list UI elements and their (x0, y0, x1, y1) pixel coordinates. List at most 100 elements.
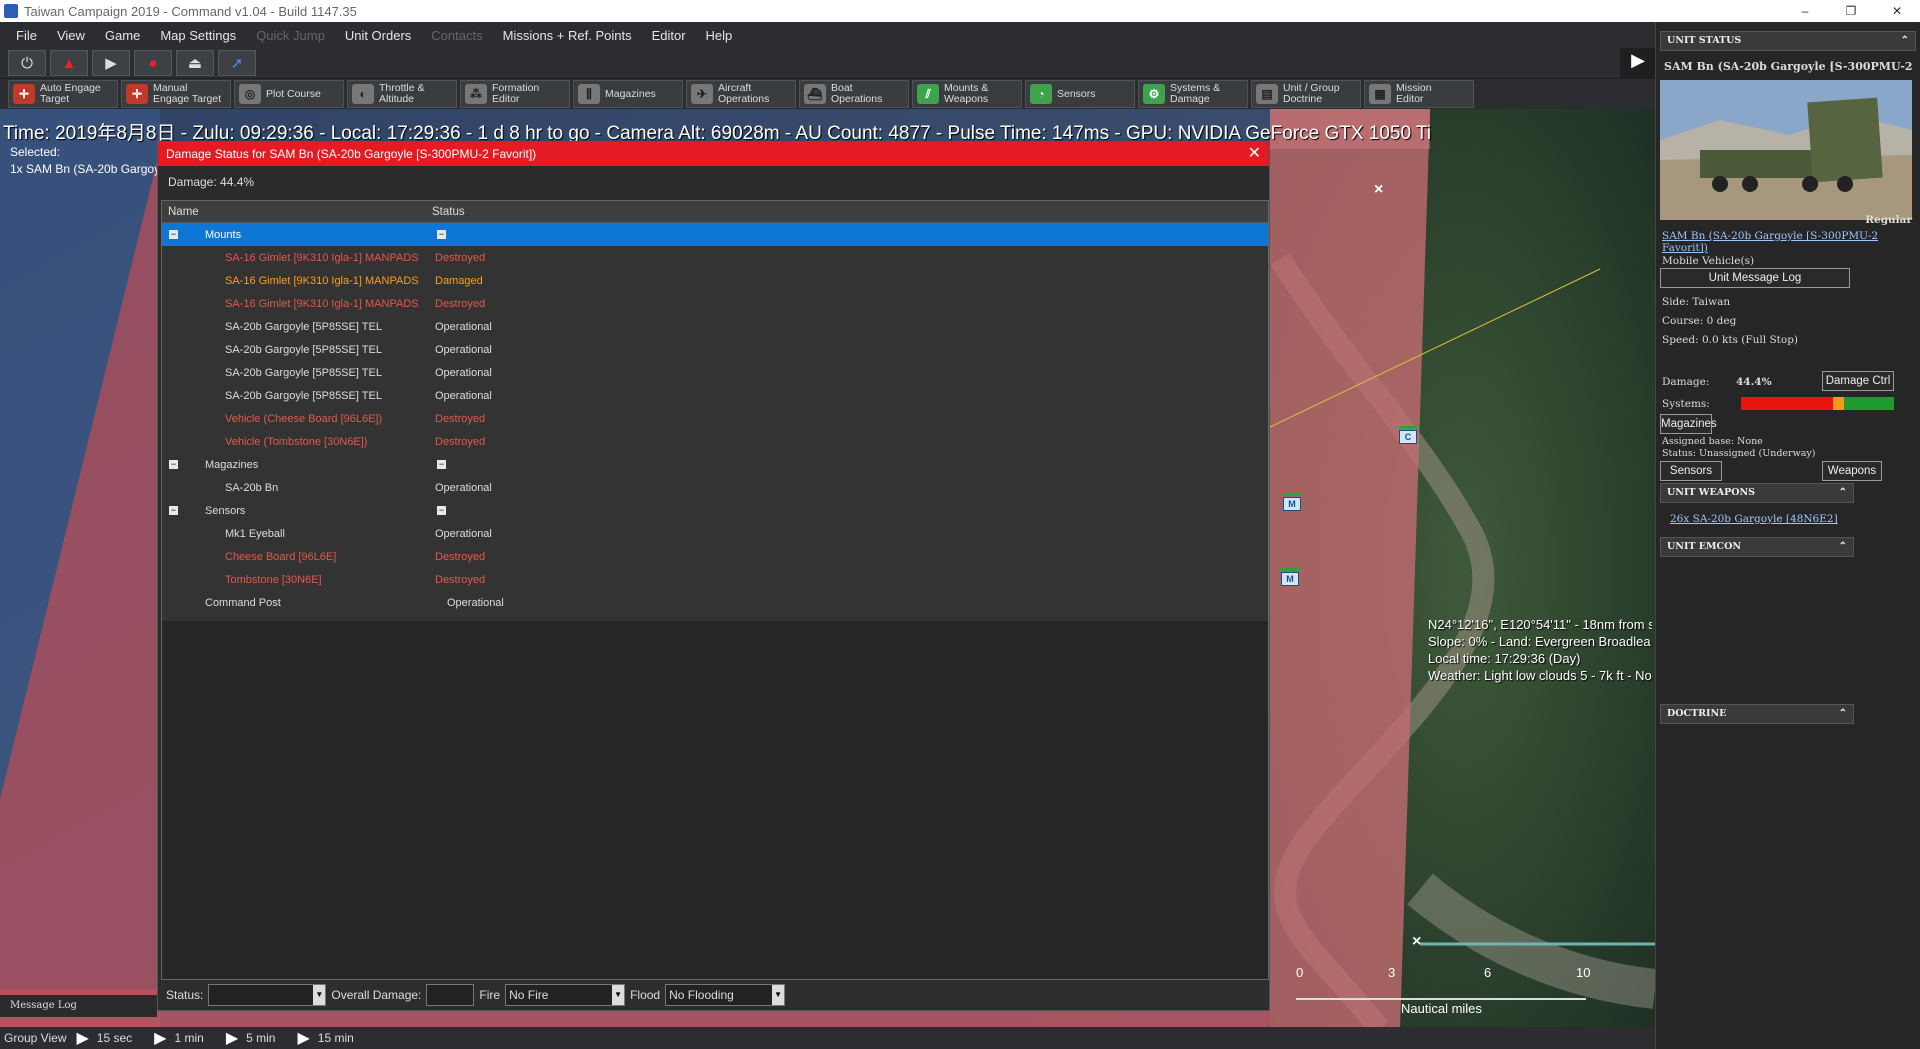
sensors-button[interactable]: ◔ Sensors (1025, 80, 1135, 108)
overall-damage-field[interactable] (426, 984, 475, 1006)
power-button[interactable]: ⏻ (8, 50, 46, 76)
component-status: Operational (435, 527, 492, 540)
weapon-link[interactable]: 26x SA-20b Gargoyle [48N6E2] (1670, 513, 1838, 525)
eject-button[interactable]: ⏏ (176, 50, 214, 76)
boat-operations-button[interactable]: ⛴ Boat Operations (799, 80, 909, 108)
play-button[interactable]: ▶ (92, 50, 130, 76)
damage-tree[interactable]: Name Status − − Mounts SA-16 Gimlet [9K310 … (161, 200, 1269, 980)
unit-weapons-header[interactable]: UNIT WEAPONS ⌃ (1660, 483, 1854, 503)
tree-item-row[interactable]: SA-20b Gargoyle [5P85SE] TEL Operational (162, 384, 1268, 407)
fire-select[interactable]: No Fire ▼ (505, 984, 626, 1006)
collapse-icon[interactable]: ⌃ (1901, 32, 1909, 50)
status-select[interactable]: ▼ (208, 984, 327, 1006)
menu-file[interactable]: File (6, 28, 47, 43)
close-window-button[interactable]: ✕ (1874, 0, 1920, 22)
tree-item-row[interactable]: SA-20b Bn Operational (162, 476, 1268, 499)
aircraft-operations-button[interactable]: ✈ Aircraft Operations (686, 80, 796, 108)
component-name: SA-20b Gargoyle [5P85SE] TEL (225, 343, 382, 356)
column-name[interactable]: Name (162, 206, 432, 218)
auto-engage-button[interactable]: ✛ Auto Engage Target (8, 80, 118, 108)
tree-item-row[interactable]: Tombstone [30N6E] Destroyed (162, 568, 1268, 591)
column-status[interactable]: Status (432, 206, 465, 218)
tree-item-row[interactable]: SA-20b Gargoyle [5P85SE] TEL Operational (162, 315, 1268, 338)
cursor-button[interactable]: ➚ (218, 50, 256, 76)
component-status: Destroyed (435, 251, 486, 264)
collapse-icon[interactable]: − (437, 460, 446, 469)
restore-button[interactable]: ❐ (1828, 0, 1874, 22)
collapse-icon[interactable]: − (169, 230, 178, 239)
tree-group-row[interactable]: − − Sensors (162, 499, 1268, 522)
collapse-icon[interactable]: ⌃ (1839, 538, 1847, 556)
tree-group-row[interactable]: − − Mounts (162, 223, 1268, 246)
collapse-icon[interactable]: − (437, 506, 446, 515)
time-step-button[interactable]: ▶ 15 sec (76, 1028, 132, 1048)
record-button[interactable]: ● (134, 50, 172, 76)
map-waypoint-x-icon[interactable]: × (1374, 181, 1383, 199)
collapse-icon[interactable]: ⌃ (1839, 484, 1847, 502)
collapse-icon[interactable]: − (169, 506, 178, 515)
map-unit-marker[interactable]: M (1283, 493, 1301, 511)
map-unit-marker[interactable]: M (1281, 568, 1299, 586)
fire-button[interactable]: ▲ (50, 50, 88, 76)
tree-item-row[interactable]: SA-16 Gimlet [9K310 Igla-1] MANPADS Destr… (162, 246, 1268, 269)
menu-editor[interactable]: Editor (642, 28, 696, 43)
tree-item-row[interactable]: Command Post Operational (162, 591, 1268, 614)
menu-help[interactable]: Help (696, 28, 743, 43)
collapse-icon[interactable]: ⌃ (1839, 705, 1847, 723)
collapse-icon[interactable]: − (169, 460, 178, 469)
menu-missions[interactable]: Missions + Ref. Points (493, 28, 642, 43)
mounts-weapons-button[interactable]: ⫽ Mounts & Weapons (912, 80, 1022, 108)
unit-link[interactable]: SAM Bn (SA-20b Gargoyle [S-300PMU-2 Favo… (1662, 230, 1912, 254)
tree-item-row[interactable]: SA-20b Gargoyle [5P85SE] TEL Operational (162, 361, 1268, 384)
magazines-panel-button[interactable]: Magazines (1660, 414, 1717, 434)
tree-item-row[interactable]: Mk1 Eyeball Operational (162, 522, 1268, 545)
tree-item-row[interactable]: SA-20b Gargoyle [5P85SE] TEL Operational (162, 338, 1268, 361)
tree-group-row[interactable]: − − Magazines (162, 453, 1268, 476)
flood-select[interactable]: No Flooding ▼ (665, 984, 786, 1006)
group-view-label[interactable]: Group View (4, 1031, 66, 1045)
menu-game[interactable]: Game (95, 28, 150, 43)
weapons-panel-button[interactable]: Weapons (1822, 461, 1882, 481)
window-title: Taiwan Campaign 2019 - Command v1.04 - B… (24, 3, 357, 19)
plot-course-button[interactable]: ◎ Plot Course (234, 80, 344, 108)
time-step-button[interactable]: ▶ 1 min (154, 1028, 204, 1048)
tree-item-row[interactable]: Cheese Board [96L6E] Destroyed (162, 545, 1268, 568)
dialog-title-bar[interactable]: Damage Status for SAM Bn (SA-20b Gargoyl… (158, 142, 1269, 166)
magazines-button[interactable]: ⫼ Magazines (573, 80, 683, 108)
minimize-button[interactable]: – (1782, 0, 1828, 22)
mission-editor-button[interactable]: ▦ Mission Editor (1364, 80, 1474, 108)
map-unit-marker[interactable]: C (1399, 426, 1417, 444)
menu-map-settings[interactable]: Map Settings (150, 28, 246, 43)
unit-emcon-header[interactable]: UNIT EMCON ⌃ (1660, 537, 1854, 557)
sidebar-toggle-icon[interactable]: ▶ (1628, 50, 1648, 76)
unit-type: Mobile Vehicle(s) (1662, 255, 1755, 267)
message-log-tab[interactable]: Message Log (0, 995, 157, 1017)
manual-engage-button[interactable]: ✛ Manual Engage Target (121, 80, 231, 108)
component-name: SA-20b Gargoyle [5P85SE] TEL (225, 366, 382, 379)
title-bar: Taiwan Campaign 2019 - Command v1.04 - B… (0, 0, 1920, 22)
systems-bar-degraded (1832, 397, 1844, 410)
unit-message-log-button[interactable]: Unit Message Log (1660, 268, 1850, 288)
map-waypoint-x-icon[interactable]: × (1412, 933, 1421, 951)
tree-item-row[interactable]: SA-16 Gimlet [9K310 Igla-1] MANPADS Destr… (162, 292, 1268, 315)
time-step-button[interactable]: ▶ 5 min (226, 1028, 276, 1048)
doctrine-header[interactable]: DOCTRINE ⌃ (1660, 704, 1854, 724)
close-icon[interactable]: ✕ (1248, 142, 1261, 166)
systems-damage-button[interactable]: ⚙ Systems & Damage (1138, 80, 1248, 108)
tree-item-row[interactable]: Vehicle (Tombstone [30N6E]) Destroyed (162, 430, 1268, 453)
scale-units: Nautical miles (1401, 1001, 1482, 1016)
formation-editor-button[interactable]: ⁂ Formation Editor (460, 80, 570, 108)
doctrine-button[interactable]: ▤ Unit / Group Doctrine (1251, 80, 1361, 108)
tree-item-row[interactable]: Vehicle (Cheese Board [96L6E]) Destroyed (162, 407, 1268, 430)
unit-status-header[interactable]: UNIT STATUS ⌃ (1660, 31, 1916, 51)
ammo-icon: ⫼ (578, 84, 600, 104)
time-step-button[interactable]: ▶ 15 min (297, 1028, 353, 1048)
damage-ctrl-button[interactable]: Damage Ctrl (1822, 371, 1894, 391)
throttle-altitude-button[interactable]: ◐ Throttle & Altitude (347, 80, 457, 108)
collapse-icon[interactable]: − (437, 230, 446, 239)
gauge-icon: ◐ (352, 84, 374, 104)
sensors-panel-button[interactable]: Sensors (1660, 461, 1722, 481)
menu-unit-orders[interactable]: Unit Orders (335, 28, 421, 43)
menu-view[interactable]: View (47, 28, 95, 43)
tree-item-row[interactable]: SA-16 Gimlet [9K310 Igla-1] MANPADS Damag… (162, 269, 1268, 292)
